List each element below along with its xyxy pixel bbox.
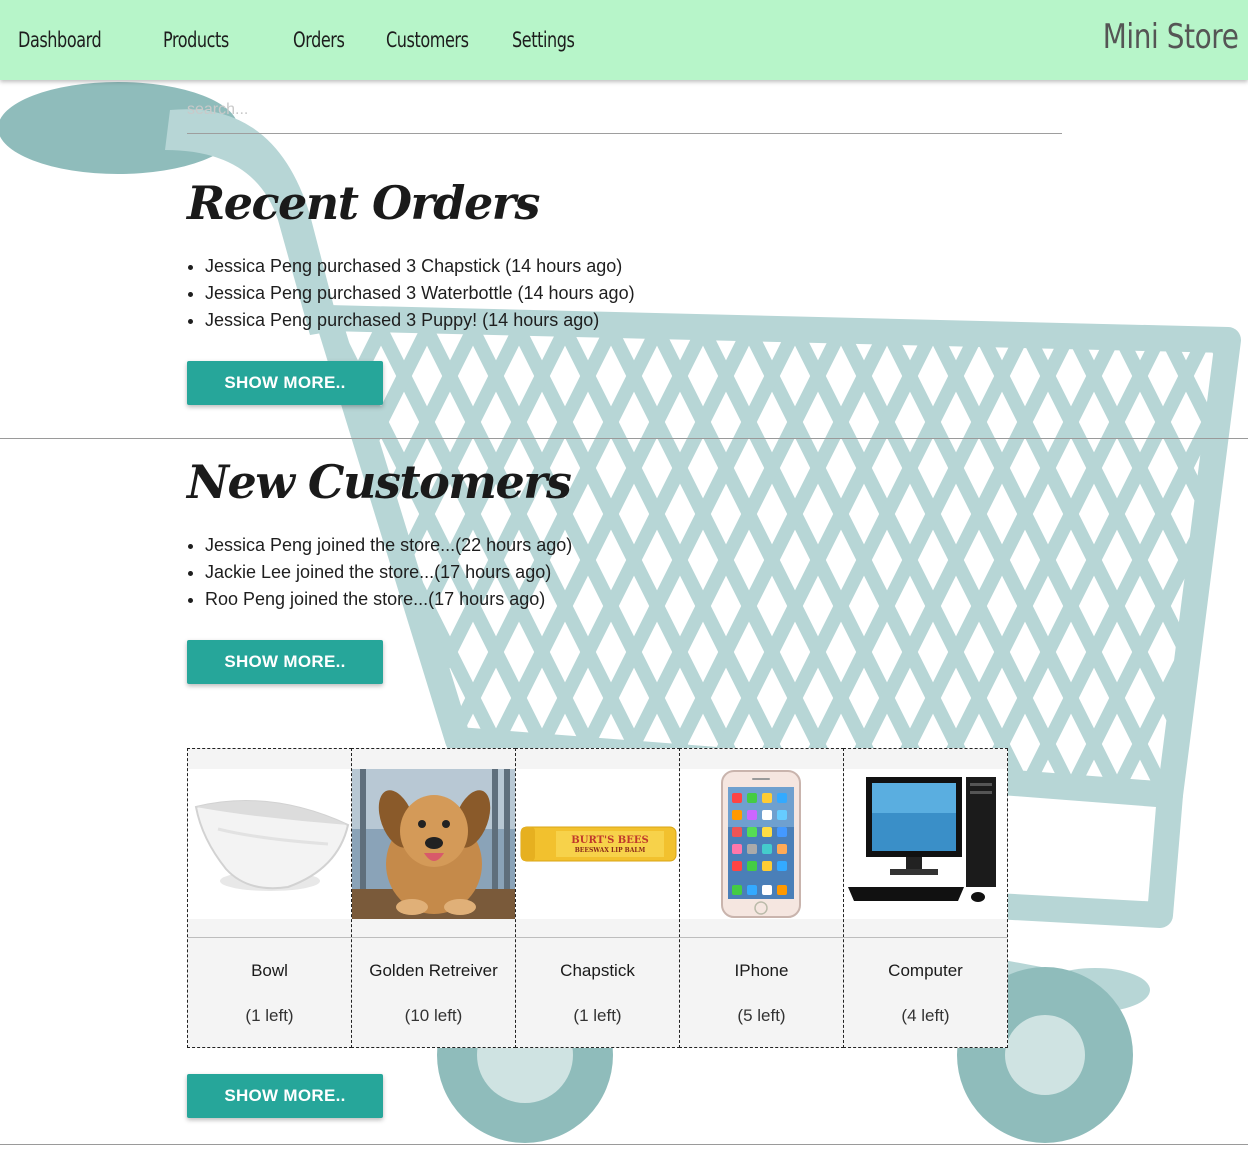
card-divider: [352, 937, 515, 938]
nav-orders[interactable]: Orders: [293, 28, 345, 52]
product-stock: (1 left): [245, 1006, 294, 1025]
search-input[interactable]: [187, 80, 1062, 134]
list-item: Jessica Peng purchased 3 Puppy! (14 hour…: [205, 307, 1062, 334]
product-name: Chapstick: [560, 961, 635, 980]
product-card[interactable]: Bowl (1 left): [187, 748, 352, 1048]
product-name: Golden Retreiver: [369, 961, 498, 980]
card-divider: [844, 937, 1007, 938]
main-content: Recent Orders Jessica Peng purchased 3 C…: [187, 80, 1062, 684]
product-card[interactable]: Computer (4 left): [843, 748, 1008, 1048]
product-stock: (10 left): [404, 1006, 463, 1025]
product-card[interactable]: BURT'S BEES BEESWAX LIP BALM Chapstick (…: [515, 748, 680, 1048]
recent-orders-list: Jessica Peng purchased 3 Chapstick (14 h…: [187, 253, 1062, 334]
product-card[interactable]: Golden Retreiver (10 left): [351, 748, 516, 1048]
list-item: Jackie Lee joined the store...(17 hours …: [205, 559, 1062, 586]
puppy-image: [352, 769, 515, 919]
card-divider: [680, 937, 843, 938]
product-stock: (5 left): [737, 1006, 786, 1025]
chapstick-label: BURT'S BEES: [571, 835, 649, 846]
list-item: Roo Peng joined the store...(17 hours ag…: [205, 586, 1062, 613]
product-name: Computer: [888, 961, 963, 980]
new-customers-list: Jessica Peng joined the store...(22 hour…: [187, 532, 1062, 613]
top-navbar: Dashboard Products Orders Customers Sett…: [0, 0, 1248, 80]
list-item: Jessica Peng purchased 3 Waterbottle (14…: [205, 280, 1062, 307]
chapstick-sublabel: BEESWAX LIP BALM: [574, 847, 646, 854]
section-divider: [0, 438, 1248, 439]
nav-dashboard[interactable]: Dashboard: [18, 28, 110, 52]
show-more-customers-button[interactable]: SHOW MORE..: [187, 640, 383, 684]
nav-links: Dashboard Products Orders Customers Sett…: [18, 0, 623, 80]
list-item: Jessica Peng purchased 3 Chapstick (14 h…: [205, 253, 1062, 280]
recent-orders-title: Recent Orders: [187, 176, 540, 230]
card-divider: [188, 937, 351, 938]
chapstick-image: BURT'S BEES BEESWAX LIP BALM: [516, 769, 679, 919]
iphone-image: [680, 769, 843, 919]
product-name: Bowl: [251, 961, 288, 980]
product-stock: (1 left): [573, 1006, 622, 1025]
section-divider: [0, 1144, 1248, 1145]
show-more-products-button[interactable]: SHOW MORE..: [187, 1074, 383, 1118]
new-customers-title: New Customers: [187, 455, 572, 509]
product-stock: (4 left): [901, 1006, 950, 1025]
nav-products[interactable]: Products: [163, 28, 242, 52]
computer-image: [844, 769, 1007, 919]
bowl-image: [188, 769, 351, 919]
product-name: IPhone: [734, 961, 789, 980]
product-card[interactable]: IPhone (5 left): [679, 748, 844, 1048]
nav-customers[interactable]: Customers: [386, 28, 469, 52]
card-divider: [516, 937, 679, 938]
brand-logo[interactable]: Mini Store: [1102, 17, 1238, 57]
show-more-orders-button[interactable]: SHOW MORE..: [187, 361, 383, 405]
list-item: Jessica Peng joined the store...(22 hour…: [205, 532, 1062, 559]
nav-settings[interactable]: Settings: [512, 28, 575, 52]
product-grid: Bowl (1 left) Golden Retreiver (10 left): [187, 748, 1010, 1048]
